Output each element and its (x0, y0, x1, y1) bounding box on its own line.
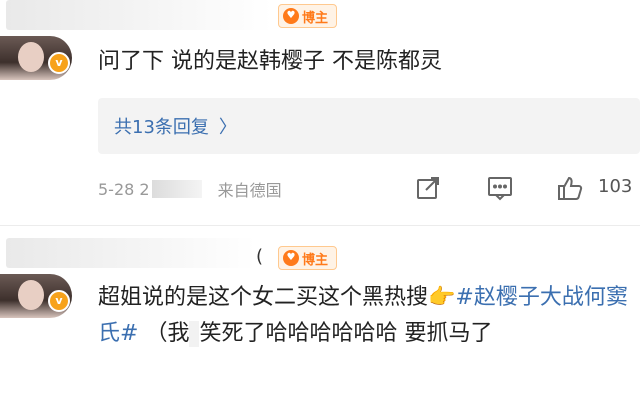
verified-badge-icon: v (48, 290, 70, 312)
share-icon[interactable] (414, 174, 442, 206)
replies-label: 共13条回复 (114, 117, 209, 138)
heart-icon: ♥ (283, 250, 299, 266)
chevron-right-icon: 〉 (218, 117, 237, 138)
comment-meta: 5-28 2 来自德国 (98, 174, 282, 204)
blurred-username (6, 238, 256, 268)
like-count: 103 (598, 176, 633, 197)
action-bar: 103 (412, 170, 640, 206)
comment-text-part: （我 (145, 321, 190, 346)
comment-text-part: 超姐说的是这个女二买这个黑热搜👉 (98, 285, 456, 310)
blogger-tag: ♥ 博主 (278, 246, 338, 270)
timestamp: 5-28 2 (98, 179, 150, 199)
comment-item: ( ♥ 博主 v 超姐说的是这个女二买这个黑热搜👉#赵樱子大战何窦氏# （我 笑死… (0, 226, 640, 408)
verified-badge-icon: v (48, 52, 70, 74)
redacted-block (189, 321, 200, 347)
like-icon[interactable] (556, 174, 584, 206)
comment-item: ♥ 博主 v 问了下 说的是赵韩樱子 不是陈都灵 共13条回复 〉 5-28 2… (0, 0, 640, 226)
comment-text: 超姐说的是这个女二买这个黑热搜👉#赵樱子大战何窦氏# （我 笑死了哈哈哈哈哈哈 要… (98, 280, 630, 352)
location: 来自德国 (217, 181, 282, 200)
blogger-tag-label: 博主 (302, 10, 329, 26)
comment-icon[interactable] (486, 174, 514, 206)
blogger-tag: ♥ 博主 (278, 4, 338, 28)
view-replies-button[interactable]: 共13条回复 〉 (98, 98, 640, 154)
avatar-face (18, 280, 44, 310)
comment-text-part: 笑死了哈哈哈哈哈哈 要抓马了 (199, 321, 493, 346)
heart-icon: ♥ (283, 8, 299, 24)
blurred-username (6, 0, 272, 30)
blogger-tag-label: 博主 (302, 252, 329, 268)
comment-text: 问了下 说的是赵韩樱子 不是陈都灵 (98, 49, 442, 74)
timestamp-blur (151, 180, 202, 198)
avatar-face (18, 42, 44, 72)
name-fragment: ( (256, 246, 264, 267)
